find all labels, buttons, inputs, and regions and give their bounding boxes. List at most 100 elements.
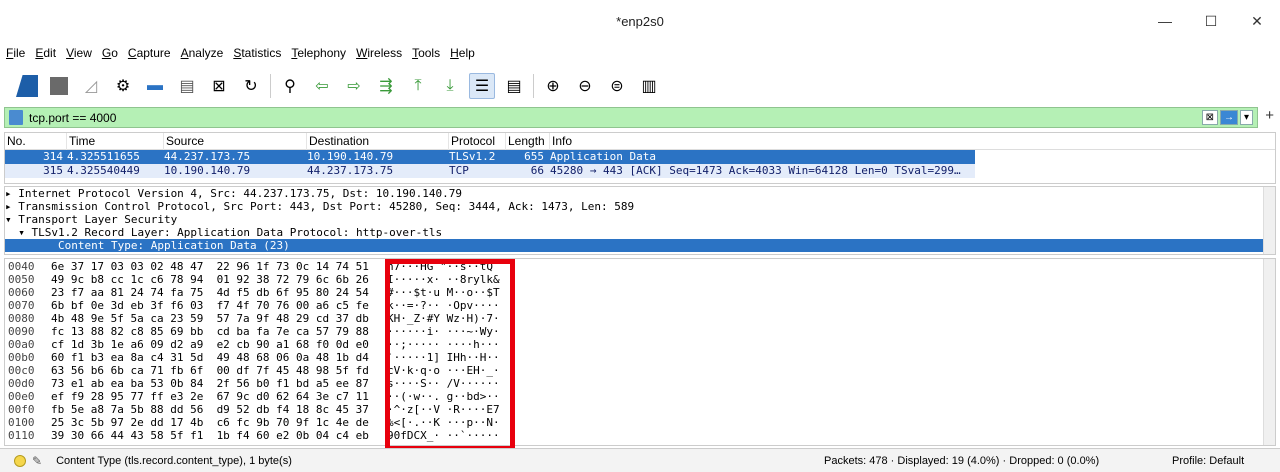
stop-capture-button[interactable] (46, 73, 72, 99)
packet-list-header: No. Time Source Destination Protocol Len… (5, 132, 1275, 150)
menu-help[interactable]: Help (450, 46, 475, 60)
go-forward-button[interactable]: ⇨ (341, 73, 367, 99)
colorize-button[interactable]: ▤ (501, 73, 527, 99)
bookmark-icon[interactable] (9, 110, 23, 125)
packet-length: 655 (524, 150, 544, 163)
start-capture-button[interactable] (14, 73, 40, 99)
details-scrollbar[interactable] (1263, 187, 1275, 254)
close-button[interactable]: ✕ (1234, 0, 1280, 42)
menu-file[interactable]: File (6, 46, 25, 60)
main-toolbar: ◿ ⚙ ▬ ▤ ⊠ ↻ ⚲ ⇦ ⇨ ⇶ ⤒ ⤓ ☰ ▤ ⊕ ⊖ ⊜ ▥ (0, 66, 1280, 106)
go-to-packet-button[interactable]: ⇶ (373, 73, 399, 99)
detail-ip[interactable]: ▸ Internet Protocol Version 4, Src: 44.2… (5, 187, 1275, 200)
hex-bytes: 6b bf 0e 3d eb 3f f6 03 f7 4f 70 76 00 a… (51, 299, 369, 312)
status-bar: ✎ Content Type (tls.record.content_type)… (0, 448, 1280, 472)
hex-bytes: 39 30 66 44 43 58 5f f1 1b f4 60 e2 0b 0… (51, 429, 369, 442)
columns-icon: ▥ (641, 78, 657, 95)
toolbar-separator (270, 74, 271, 98)
bytes-scrollbar[interactable] (1263, 259, 1275, 445)
menu-go[interactable]: Go (102, 46, 118, 60)
menu-view[interactable]: View (66, 46, 92, 60)
reload-file-button[interactable]: ↻ (238, 73, 264, 99)
menu-capture[interactable]: Capture (128, 46, 171, 60)
filter-history-dropdown[interactable]: ▾ (1239, 110, 1253, 125)
go-back-button[interactable]: ⇦ (309, 73, 335, 99)
detail-tls[interactable]: ▾ Transport Layer Security (5, 213, 1275, 226)
open-file-button[interactable]: ▬ (142, 73, 168, 99)
arrow-bottom-icon: ⤓ (446, 77, 454, 94)
red-highlight-box (385, 259, 515, 451)
menu-analyze[interactable]: Analyze (181, 46, 224, 60)
save-file-button[interactable]: ▤ (174, 73, 200, 99)
packet-row[interactable]: 314 4.325511655 44.237.173.75 10.190.140… (5, 150, 975, 164)
add-filter-button[interactable]: + (1265, 107, 1274, 124)
last-packet-button[interactable]: ⤓ (437, 73, 463, 99)
autoscroll-button[interactable]: ☰ (469, 73, 495, 99)
packet-counts: Packets: 478 · Displayed: 19 (4.0%) · Dr… (824, 454, 1100, 467)
hex-offset: 00f0 (8, 403, 35, 416)
display-filter-input[interactable]: tcp.port == 4000 (29, 111, 116, 125)
packet-row[interactable]: 315 4.325540449 10.190.140.79 44.237.173… (5, 164, 975, 178)
hex-offset: 00d0 (8, 377, 35, 390)
hex-offset: 00a0 (8, 338, 35, 351)
column-info[interactable]: Info (550, 133, 1275, 150)
clear-filter-button[interactable]: ⊠ (1201, 110, 1218, 125)
detail-tcp[interactable]: ▸ Transmission Control Protocol, Src Por… (5, 200, 1275, 213)
hex-offset: 0090 (8, 325, 35, 338)
minimize-button[interactable]: — (1142, 0, 1188, 42)
hex-bytes: fc 13 88 82 c8 85 69 bb cd ba fa 7e ca 5… (51, 325, 369, 338)
find-packet-button[interactable]: ⚲ (277, 73, 303, 99)
menu-wireless[interactable]: Wireless (356, 46, 402, 60)
hex-bytes: 60 f1 b3 ea 8a c4 31 5d 49 48 68 06 0a 4… (51, 351, 369, 364)
autoscroll-icon: ☰ (474, 78, 490, 95)
hex-bytes: 73 e1 ab ea ba 53 0b 84 2f 56 b0 f1 bd a… (51, 377, 369, 390)
arrow-right-icon: ⇨ (347, 78, 361, 95)
detail-content-type[interactable]: Content Type: Application Data (23) (5, 239, 1275, 252)
hex-bytes: 25 3c 5b 97 2e dd 17 4b c6 fc 9b 70 9f 1… (51, 416, 369, 429)
hex-offset: 0110 (8, 429, 35, 442)
packet-destination: 44.237.173.75 (307, 164, 394, 177)
column-protocol[interactable]: Protocol (449, 132, 506, 150)
colorize-icon: ▤ (506, 78, 522, 95)
display-filter-bar[interactable]: tcp.port == 4000 ⊠ → ▾ (4, 107, 1258, 128)
menu-tools[interactable]: Tools (412, 46, 440, 60)
menu-statistics[interactable]: Statistics (233, 46, 281, 60)
detail-tls-record[interactable]: ▾ TLSv1.2 Record Layer: Application Data… (5, 226, 1275, 239)
expert-info-icon[interactable] (14, 454, 26, 467)
restart-fin-icon: ◿ (84, 78, 98, 95)
hex-offset: 00b0 (8, 351, 35, 364)
zoom-in-button[interactable]: ⊕ (540, 73, 566, 99)
column-no[interactable]: No. (5, 132, 67, 150)
column-time[interactable]: Time (67, 132, 164, 150)
maximize-button[interactable]: ☐ (1188, 0, 1234, 42)
shark-fin-icon (16, 75, 38, 97)
packet-no: 314 (43, 150, 63, 163)
profile-switcher[interactable]: Profile: Default (1172, 455, 1244, 467)
zoom-reset-button[interactable]: ⊜ (604, 73, 630, 99)
zoom-out-button[interactable]: ⊖ (572, 73, 598, 99)
hex-offset: 0070 (8, 299, 35, 312)
hex-bytes: cf 1d 3b 1e a6 09 d2 a9 e2 cb 90 a1 68 f… (51, 338, 369, 351)
column-destination[interactable]: Destination (307, 132, 449, 150)
close-file-button[interactable]: ⊠ (206, 73, 232, 99)
first-packet-button[interactable]: ⤒ (405, 73, 431, 99)
arrow-top-icon: ⤒ (414, 77, 422, 94)
packet-no: 315 (43, 164, 63, 177)
packet-protocol: TLSv1.2 (449, 150, 496, 163)
column-length[interactable]: Length (506, 132, 550, 150)
edit-comment-icon[interactable]: ✎ (32, 454, 42, 468)
hex-offset: 0040 (8, 260, 35, 273)
packet-time: 4.325511655 (67, 150, 140, 163)
bytes-pane: 0040 6e 37 17 03 03 02 48 47 22 96 1f 73 … (4, 258, 1276, 451)
hex-offset: 0050 (8, 273, 35, 286)
resize-columns-button[interactable]: ▥ (636, 73, 662, 99)
capture-options-button[interactable]: ⚙ (110, 73, 136, 99)
menu-telephony[interactable]: Telephony (291, 46, 346, 60)
hex-bytes: 4b 48 9e 5f 5a ca 23 59 57 7a 9f 48 29 c… (51, 312, 369, 325)
hex-offset: 0060 (8, 286, 35, 299)
apply-filter-button[interactable]: → (1219, 110, 1238, 125)
column-source[interactable]: Source (164, 132, 307, 150)
hex-bytes: 63 56 b6 6b ca 71 fb 6f 00 df 7f 45 48 9… (51, 364, 369, 377)
restart-capture-button[interactable]: ◿ (78, 73, 104, 99)
menu-edit[interactable]: Edit (35, 46, 56, 60)
